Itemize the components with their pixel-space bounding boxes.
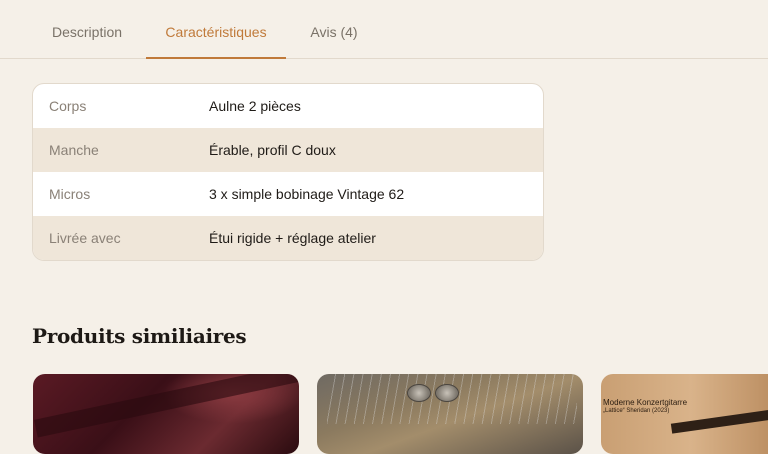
similar-product-card[interactable] xyxy=(33,374,299,454)
tab-reviews[interactable]: Avis (4) xyxy=(298,0,370,58)
caption-line: „Lattice“ Sheridan (2023) xyxy=(603,408,670,414)
spec-key: Manche xyxy=(49,142,99,158)
spec-row-pickups: Micros 3 x simple bobinage Vintage 62 xyxy=(33,172,543,216)
spec-row-body: Corps Aulne 2 pièces xyxy=(33,84,543,128)
specifications-table: Corps Aulne 2 pièces Manche Érable, prof… xyxy=(32,83,544,261)
coin-decoration xyxy=(435,384,459,402)
coin-decoration xyxy=(407,384,431,402)
spec-row-included: Livrée avec Étui rigide + réglage atelie… xyxy=(33,216,543,260)
spec-key: Livrée avec xyxy=(49,230,121,246)
tab-characteristics[interactable]: Caractéristiques xyxy=(146,0,286,59)
spec-key: Micros xyxy=(49,186,91,202)
spec-value: 3 x simple bobinage Vintage 62 xyxy=(209,186,405,202)
tab-description[interactable]: Description xyxy=(40,0,134,58)
spec-value: Érable, profil C doux xyxy=(209,142,336,158)
product-tabs: Description Caractéristiques Avis (4) xyxy=(0,0,768,59)
similar-products-heading: Produits similiaires xyxy=(32,324,247,348)
spec-key: Corps xyxy=(49,98,87,114)
similar-product-card[interactable]: Moderne Konzertgitarre „Lattice“ Sherida… xyxy=(601,374,768,454)
similar-product-card[interactable] xyxy=(317,374,583,454)
caption-line: Moderne Konzertgitarre xyxy=(603,398,688,407)
product-image-caption: Moderne Konzertgitarre „Lattice“ Sherida… xyxy=(603,398,687,416)
spec-value: Étui rigide + réglage atelier xyxy=(209,230,376,246)
spec-row-neck: Manche Érable, profil C doux xyxy=(33,128,543,172)
spec-value: Aulne 2 pièces xyxy=(209,98,301,114)
